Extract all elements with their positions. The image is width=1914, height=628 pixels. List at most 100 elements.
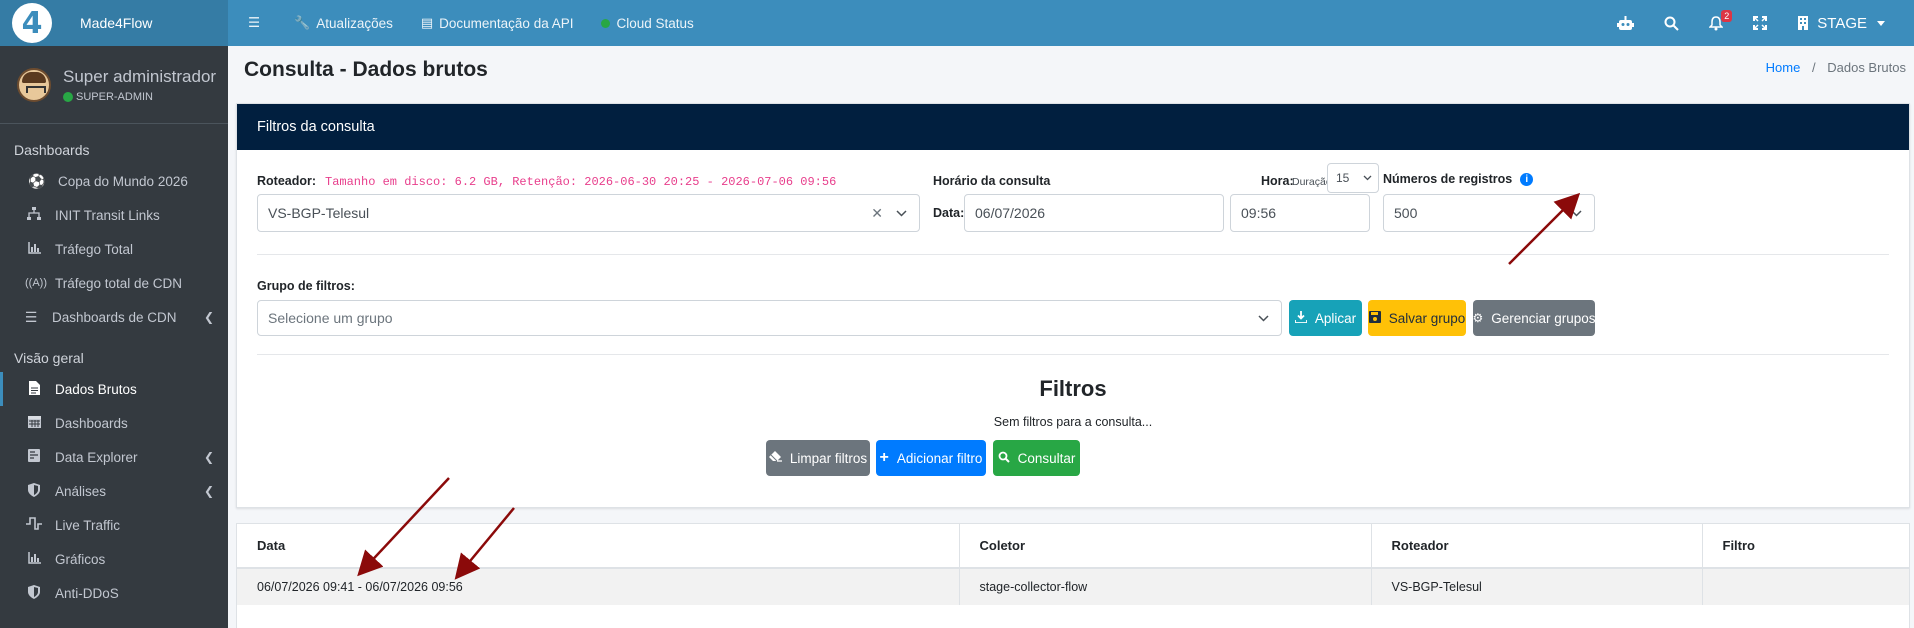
- query-button[interactable]: Consultar: [993, 440, 1080, 476]
- query-button-label: Consultar: [1017, 450, 1076, 466]
- breadcrumb-current: Dados Brutos: [1827, 60, 1906, 75]
- date-input[interactable]: 06/07/2026: [964, 194, 1224, 232]
- brand[interactable]: 4 Made4Flow: [0, 0, 228, 46]
- file-icon: [25, 380, 43, 398]
- date-input-value: 06/07/2026: [975, 205, 1046, 221]
- sidebar-item-analises[interactable]: Análises ❮: [0, 474, 228, 508]
- environment-dropdown[interactable]: STAGE: [1782, 15, 1900, 32]
- broadcast-icon: ((A)): [25, 277, 47, 289]
- save-group-button-label: Salvar grupo: [1388, 310, 1466, 326]
- brand-logo: 4: [12, 3, 52, 43]
- sidebar-item-label: Dashboards: [55, 415, 128, 431]
- caret-down-icon: [1877, 20, 1885, 26]
- manage-groups-button-label: Gerenciar grupos: [1491, 310, 1596, 326]
- sidebar-item-anti-ddos[interactable]: Anti-DDoS: [0, 576, 228, 610]
- chevron-down-icon: [1571, 206, 1582, 220]
- date-label: Data:: [933, 206, 965, 220]
- records-select[interactable]: 500: [1383, 194, 1595, 232]
- eraser-icon: [768, 451, 782, 465]
- results-table: Data Coletor Roteador Filtro 06/07/2026 …: [237, 524, 1909, 605]
- add-filter-button[interactable]: + Adicionar filtro: [876, 440, 986, 476]
- hour-label: Hora:: [1261, 174, 1294, 188]
- chart-icon: [25, 241, 43, 257]
- fullscreen-icon[interactable]: [1738, 16, 1782, 30]
- sidebar-item-init-transit[interactable]: INIT Transit Links: [0, 198, 228, 232]
- sidebar-item-data-explorer[interactable]: Data Explorer ❮: [0, 440, 228, 474]
- sidebar: Super administrador SUPER-ADMIN Dashboar…: [0, 46, 228, 628]
- nav-api-docs-label: Documentação da API: [439, 15, 574, 31]
- notification-badge: 2: [1721, 9, 1733, 22]
- plus-icon: +: [879, 449, 889, 466]
- list-icon: ☰: [24, 308, 38, 325]
- sidebar-item-dados-brutos[interactable]: Dados Brutos: [0, 372, 228, 406]
- records-select-value: 500: [1394, 205, 1418, 221]
- cell-filtro: [1702, 568, 1909, 605]
- environment-label: STAGE: [1817, 14, 1867, 32]
- search-icon[interactable]: [1649, 16, 1694, 31]
- avatar: [17, 67, 51, 102]
- apply-button[interactable]: Aplicar: [1289, 300, 1362, 336]
- menu-toggle-icon[interactable]: ☰: [228, 0, 280, 46]
- book-icon: ▤: [420, 15, 434, 30]
- top-navbar: 4 Made4Flow ☰ 🔧 Atualizações ▤ Documenta…: [0, 0, 1914, 46]
- filter-group-select[interactable]: Selecione um grupo: [257, 300, 1282, 336]
- breadcrumb-separator: /: [1811, 60, 1816, 75]
- sitemap-icon: [25, 207, 43, 223]
- column-header-roteador[interactable]: Roteador: [1371, 524, 1703, 569]
- sidebar-item-copa[interactable]: ⚽ Copa do Mundo 2026: [0, 164, 228, 198]
- calendar-icon: [25, 415, 43, 431]
- filters-card: Filtros da consulta Roteador: Tamanho em…: [236, 103, 1910, 508]
- column-header-data[interactable]: Data: [237, 524, 960, 569]
- sidebar-item-dashboards-cdn[interactable]: ☰ Dashboards de CDN ❮: [0, 300, 228, 334]
- router-label: Roteador:: [257, 174, 317, 188]
- soccer-ball-icon: ⚽: [28, 172, 46, 189]
- hour-input[interactable]: 09:56: [1230, 194, 1370, 232]
- sidebar-item-graficos[interactable]: Gráficos: [0, 542, 228, 576]
- breadcrumb-home-link[interactable]: Home: [1766, 60, 1801, 75]
- router-select[interactable]: VS-BGP-Telesul ✕: [257, 194, 920, 232]
- status-dot-icon: [601, 18, 611, 28]
- sidebar-item-label: Gráficos: [55, 551, 106, 567]
- table-row[interactable]: 06/07/2026 09:41 - 06/07/2026 09:56 stag…: [237, 568, 1909, 605]
- sidebar-item-dashboards[interactable]: Dashboards: [0, 406, 228, 440]
- duration-label: Duração: [1292, 176, 1332, 188]
- nav-cloud-status[interactable]: Cloud Status: [587, 0, 707, 46]
- nav-updates[interactable]: 🔧 Atualizações: [280, 0, 407, 46]
- nav-api-docs[interactable]: ▤ Documentação da API: [407, 0, 588, 46]
- sidebar-item-live-traffic[interactable]: Live Traffic: [0, 508, 228, 542]
- filters-title: Filtros: [1039, 376, 1107, 401]
- chart-icon: [25, 551, 43, 567]
- sidebar-item-label: INIT Transit Links: [55, 207, 160, 223]
- cell-data: 06/07/2026 09:41 - 06/07/2026 09:56: [237, 568, 960, 605]
- sidebar-item-label: Análises: [55, 483, 107, 499]
- results-card: Data Coletor Roteador Filtro 06/07/2026 …: [236, 523, 1910, 628]
- router-select-value: VS-BGP-Telesul: [268, 205, 370, 221]
- manage-groups-button[interactable]: ⚙ Gerenciar grupos: [1472, 300, 1596, 336]
- download-icon: [1293, 310, 1308, 326]
- floppy-disk-icon: [1368, 310, 1381, 326]
- bell-icon[interactable]: 2: [1694, 9, 1738, 31]
- info-icon[interactable]: i: [1520, 173, 1534, 187]
- sidebar-item-trafego-total[interactable]: Tráfego Total: [0, 232, 228, 266]
- breadcrumb: Home / Dados Brutos: [1766, 60, 1906, 75]
- brand-name: Made4Flow: [80, 15, 153, 31]
- column-header-coletor[interactable]: Coletor: [959, 524, 1372, 569]
- search-icon: [998, 451, 1010, 466]
- duration-select[interactable]: 15: [1327, 163, 1379, 193]
- clear-filters-button-label: Limpar filtros: [789, 450, 868, 466]
- shield-icon: [25, 482, 43, 500]
- chevron-left-icon: ❮: [203, 450, 214, 464]
- save-group-button[interactable]: Salvar grupo: [1368, 300, 1466, 336]
- chevron-left-icon: ❮: [203, 484, 214, 498]
- table-header-row: Data Coletor Roteador Filtro: [237, 524, 1909, 569]
- clear-icon[interactable]: ✕: [871, 205, 883, 222]
- user-panel[interactable]: Super administrador SUPER-ADMIN: [0, 46, 228, 124]
- robot-icon[interactable]: [1602, 15, 1649, 31]
- sidebar-item-trafego-cdn[interactable]: ((A)) Tráfego total de CDN: [0, 266, 228, 300]
- sidebar-item-label: Tráfego Total: [55, 241, 134, 257]
- clear-filters-button[interactable]: Limpar filtros: [766, 440, 870, 476]
- column-header-filtro[interactable]: Filtro: [1702, 524, 1909, 569]
- nav-cloud-status-label: Cloud Status: [616, 15, 694, 31]
- main-content: Consulta - Dados brutos Home / Dados Bru…: [228, 46, 1914, 628]
- records-label: Números de registros i: [1383, 172, 1534, 187]
